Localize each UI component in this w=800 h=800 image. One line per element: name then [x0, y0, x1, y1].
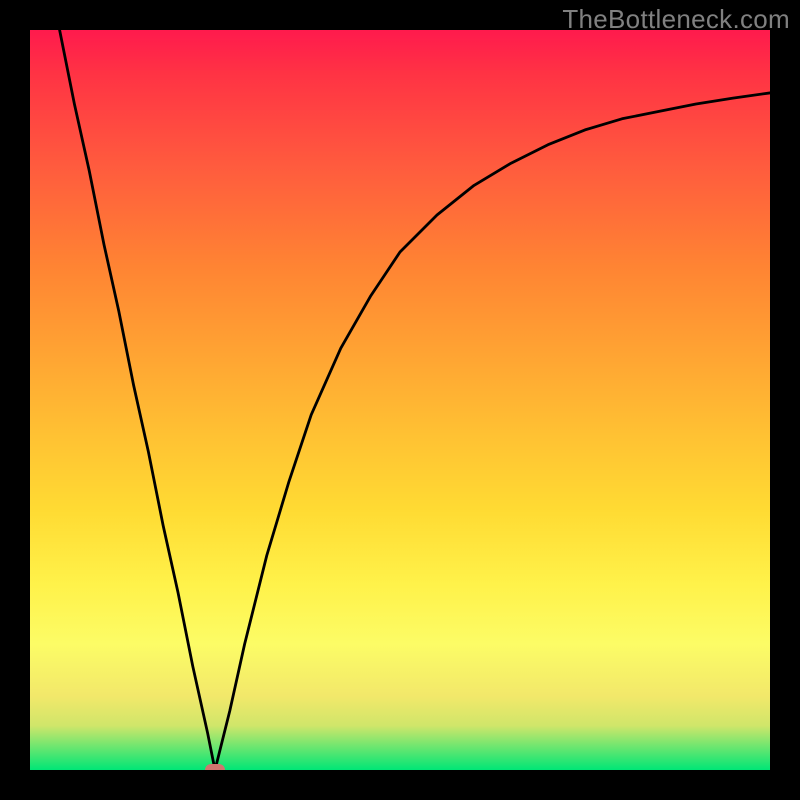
- plot-area: [30, 30, 770, 770]
- bottleneck-curve: [30, 30, 770, 770]
- optimal-point-marker: [205, 764, 225, 770]
- chart-frame: TheBottleneck.com: [0, 0, 800, 800]
- watermark-text: TheBottleneck.com: [562, 4, 790, 35]
